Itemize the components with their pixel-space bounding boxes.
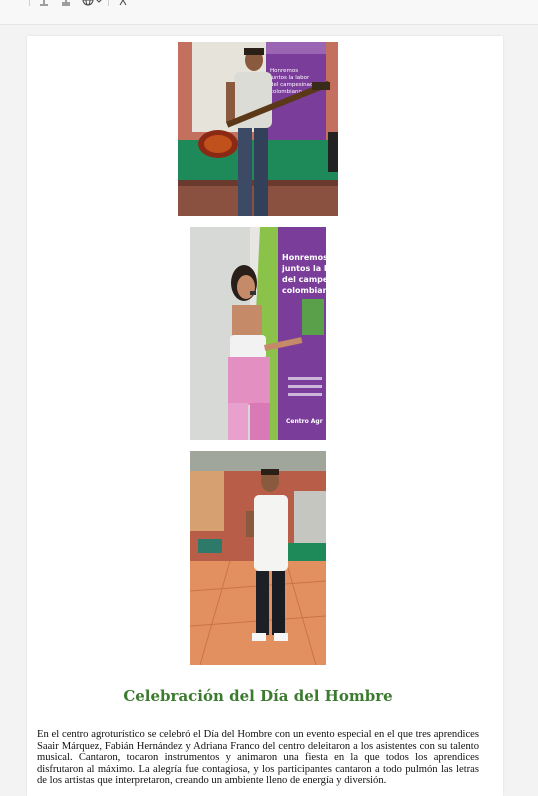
align-bottom-icon[interactable] — [60, 0, 72, 8]
photo-singer-woman: Honremos juntos la la del campe colombia… — [190, 227, 326, 440]
toolbar-separator — [29, 0, 30, 6]
svg-text:colombian: colombian — [282, 286, 326, 295]
chevron-down-icon[interactable] — [95, 0, 103, 8]
body-paragraph: En el centro agroturístico se celebró el… — [37, 729, 479, 787]
svg-text:juntos la labor: juntos la labor — [269, 75, 310, 81]
toolbar-separator — [108, 0, 109, 6]
svg-text:del campesinado: del campesinado — [270, 82, 318, 88]
toolbar — [0, 0, 538, 25]
page-title: Celebración del Día del Hombre — [123, 687, 393, 705]
align-top-icon[interactable] — [38, 0, 50, 8]
minus-icon[interactable] — [8, 0, 20, 8]
svg-text:Honremos: Honremos — [282, 253, 326, 262]
clear-format-icon[interactable] — [117, 0, 129, 8]
photo-singer-man — [190, 451, 326, 665]
svg-text:juntos la la: juntos la la — [281, 264, 326, 273]
svg-text:Honremos: Honremos — [270, 68, 298, 74]
svg-text:del campe: del campe — [282, 275, 326, 284]
document-page: Honremos juntos la labor del campesinado… — [27, 36, 503, 796]
globe-icon[interactable] — [82, 0, 94, 8]
svg-text:Centro Agr: Centro Agr — [286, 418, 323, 425]
photo-bass-player: Honremos juntos la labor del campesinado… — [178, 42, 338, 216]
